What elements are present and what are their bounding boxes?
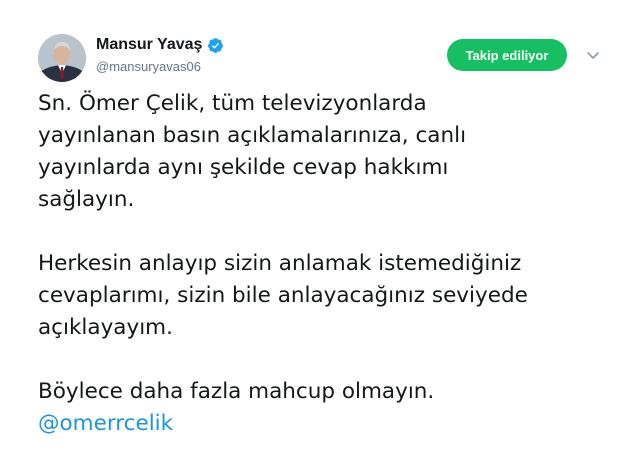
user-handle[interactable]: @mansuryavas06 <box>96 59 201 74</box>
tweet-line: açıklayayım. <box>38 315 173 340</box>
tweet-line: cevaplarımı, sizin bile anlayacağınız se… <box>38 283 528 308</box>
avatar-image <box>38 34 86 82</box>
tweet-paragraph: Herkesin anlayıp sizin anlamak istemediğ… <box>38 248 628 344</box>
tweet-text: Sn. Ömer Çelik, tüm televizyonlarda yayı… <box>38 88 628 440</box>
verified-badge-icon <box>207 37 224 54</box>
tweet-line: Sn. Ömer Çelik, tüm televizyonlarda <box>38 91 427 116</box>
tweet-line: yayınlanan basın açıklamalarınıza, canlı <box>38 123 467 148</box>
tweet-line: sağlayın. <box>38 187 135 212</box>
user-name-row: Mansur Yavaş <box>96 36 224 54</box>
tweet-line: yayınlarda aynı şekilde cevap hakkımı <box>38 155 449 180</box>
chevron-down-icon[interactable] <box>584 46 602 64</box>
avatar[interactable] <box>38 34 86 82</box>
tweet-card: Mansur Yavaş @mansuryavas06 Takip ediliy… <box>0 0 640 453</box>
tweet-paragraph: Sn. Ömer Çelik, tüm televizyonlarda yayı… <box>38 88 628 216</box>
following-button[interactable]: Takip ediliyor <box>447 39 567 71</box>
tweet-line: Böylece daha fazla mahcup olmayın. <box>38 379 435 404</box>
tweet-line: Herkesin anlayıp sizin anlamak istemediğ… <box>38 251 522 276</box>
mention-link[interactable]: @omerrcelik <box>38 408 628 440</box>
user-display-name[interactable]: Mansur Yavaş <box>96 36 202 54</box>
tweet-paragraph: Böylece daha fazla mahcup olmayın. @omer… <box>38 376 628 440</box>
